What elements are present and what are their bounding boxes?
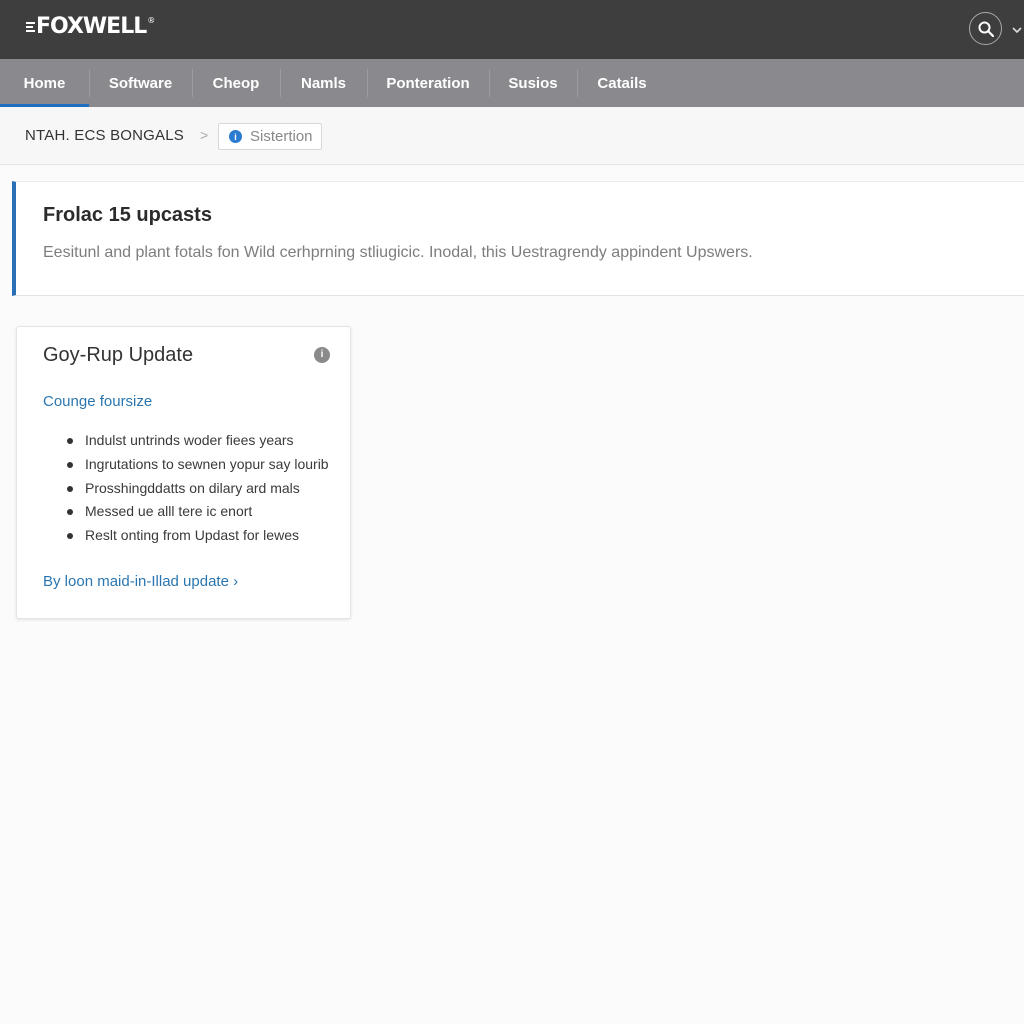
nav-label: Cheop <box>212 74 260 92</box>
list-item: Reslt onting from Updast for lewes <box>43 525 329 549</box>
breadcrumb-separator: > <box>200 127 209 143</box>
list-item-text: Messed ue alll tere ic enort <box>85 503 253 520</box>
card-title: Goy-Rup Update <box>43 344 194 366</box>
nav-item-home[interactable]: Home <box>0 59 89 108</box>
nav-item-cheop[interactable]: Cheop <box>192 59 280 107</box>
nav-label: Catails <box>597 74 647 92</box>
nav-item-ponteration[interactable]: Ponteration <box>367 59 489 107</box>
info-icon[interactable]: i <box>314 347 330 363</box>
info-dot-icon: i <box>229 130 242 143</box>
nav-label: Namls <box>300 74 347 92</box>
breadcrumb-root[interactable]: NTAH. ECS BONGALS <box>25 127 184 144</box>
bullet-icon <box>67 509 73 516</box>
banner-description: Eesitunl and plant fotals fon Wild cerhp… <box>43 244 753 261</box>
list-item-text: Reslt onting from Updast for lewes <box>85 527 299 543</box>
nav-item-susios[interactable]: Susios <box>489 59 577 107</box>
update-banner: Frolac 15 upcasts Eesitunl and plant fot… <box>12 181 1024 296</box>
bullet-icon <box>67 461 73 468</box>
nav-label: Ponteration <box>386 74 470 92</box>
main-nav: Home Software Cheop Namls Ponteration Su… <box>0 59 1024 108</box>
breadcrumb: NTAH. ECS BONGALS > <box>0 107 1024 165</box>
list-item: Messed ue alll tere ic enort <box>43 501 329 525</box>
banner-title: Frolac 15 upcasts <box>43 204 212 226</box>
list-item: Prosshingddatts on dilary ard mals <box>43 478 329 502</box>
breadcrumb-current-chip[interactable]: i Sistertion <box>218 123 322 150</box>
list-item-text: Prosshingddatts on dilary ard mals <box>85 479 300 496</box>
nav-item-catails[interactable]: Catails <box>577 59 667 107</box>
nav-item-software[interactable]: Software <box>89 59 192 107</box>
list-item: Ingrutations to sewnen yopur say lourib <box>43 454 329 478</box>
registered-mark: ® <box>147 16 155 25</box>
logo-speed-lines-icon <box>26 21 35 32</box>
card-subtitle-link[interactable]: Counge foursize <box>43 393 152 410</box>
card-bullet-list: Indulst untrinds woder fiees years Ingru… <box>43 430 329 549</box>
top-header-bar: FOXWELL ® <box>0 0 1024 59</box>
nav-label: Home <box>23 74 66 92</box>
update-card: Goy-Rup Update i Counge foursize Indulst… <box>16 326 351 619</box>
breadcrumb-current-label: Sistertion <box>250 128 313 145</box>
nav-item-namls[interactable]: Namls <box>280 59 367 107</box>
list-item-text: Indulst untrinds woder fiees years <box>85 432 294 448</box>
bullet-icon <box>67 485 73 492</box>
logo-text: FOXWELL <box>36 14 147 39</box>
foxwell-logo[interactable]: FOXWELL ® <box>26 14 155 39</box>
chevron-down-icon[interactable] <box>1012 24 1022 34</box>
nav-label: Susios <box>508 74 558 92</box>
bullet-icon <box>67 533 73 539</box>
bullet-icon <box>67 438 73 444</box>
list-item-text: Ingrutations to sewnen yopur say lourib <box>85 455 329 472</box>
list-item: Indulst untrinds woder fiees years <box>43 430 329 454</box>
search-icon <box>978 21 994 37</box>
search-button[interactable] <box>969 12 1002 45</box>
card-update-link[interactable]: By loon maid-in-Illad update › <box>43 573 238 590</box>
nav-label: Software <box>108 74 173 92</box>
